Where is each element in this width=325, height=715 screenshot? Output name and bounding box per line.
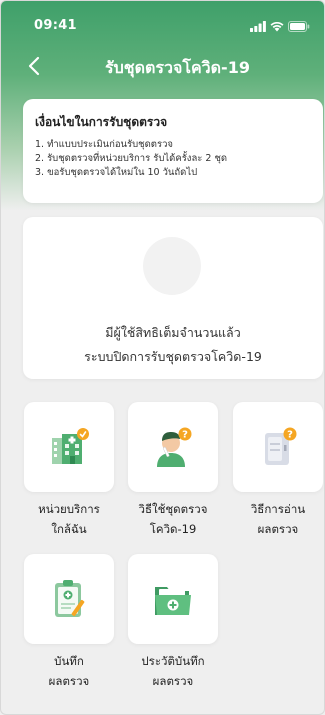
conditions-title: เงื่อนไขในการรับชุดตรวจ [35, 115, 168, 129]
closed-message: มีผู้ใช้สิทธิเต็มจำนวนแล้ว ระบบปิดการรับ… [23, 321, 323, 369]
status-placeholder-circle [143, 237, 201, 295]
app-screen: 09:41 รับชุดตรวจโควิด-19 เงื่อนไขในการรั… [0, 0, 325, 715]
condition-item: 3. ขอรับชุดตรวจได้ใหม่ใน 10 วันถัดไป [35, 167, 198, 178]
condition-item: 1. ทำแบบประเมินก่อนรับชุดตรวจ [35, 139, 173, 150]
menu-label-history: ประวัติบันทึก ผลตรวจ [141, 654, 205, 688]
signal-icon [250, 20, 266, 32]
closed-message-line1: มีผู้ใช้สิทธิเต็มจำนวนแล้ว [105, 325, 241, 340]
menu-tile-how-to-use[interactable]: ? [128, 402, 218, 492]
svg-text:?: ? [287, 430, 293, 441]
test-help-icon: ? [157, 427, 192, 467]
history-folder-icon [155, 587, 191, 615]
menu-label-record-result: บันทึก ผลตรวจ [48, 654, 90, 688]
status-time: 09:41 [34, 18, 77, 33]
nav-bar: รับชุดตรวจโควิด-19 [1, 49, 324, 85]
record-clipboard-icon [55, 580, 85, 617]
menu-tile-history[interactable] [128, 554, 218, 644]
svg-text:?: ? [182, 430, 188, 441]
hospital-icon [52, 428, 89, 464]
chevron-left-icon [28, 56, 40, 76]
status-bar: 09:41 [1, 1, 324, 41]
status-icons [250, 20, 310, 32]
menu-label-read-result: วิธีการอ่าน ผลตรวจ [250, 502, 306, 536]
menu-label-nearby-service: หน่วยบริการ ใกล้ฉัน [38, 502, 100, 536]
read-result-icon: ? [265, 427, 297, 465]
condition-item: 2. รับชุดตรวจที่หน่วยบริการ รับได้ครั้งล… [35, 153, 228, 164]
closed-message-line2: ระบบปิดการรับชุดตรวจโควิด-19 [84, 349, 262, 364]
page-title: รับชุดตรวจโควิด-19 [105, 58, 250, 77]
back-button[interactable] [21, 53, 47, 79]
closed-status-card: มีผู้ใช้สิทธิเต็มจำนวนแล้ว ระบบปิดการรับ… [23, 217, 323, 379]
menu-tile-nearby-service[interactable] [24, 402, 114, 492]
conditions-card: เงื่อนไขในการรับชุดตรวจ 1. ทำแบบประเมินก… [23, 99, 323, 203]
menu-label-how-to-use: วิธีใช้ชุดตรวจ โควิด-19 [138, 502, 208, 536]
menu-tile-read-result[interactable]: ? [233, 402, 323, 492]
menu-tile-record-result[interactable] [24, 554, 114, 644]
wifi-icon [270, 21, 284, 31]
battery-icon [288, 20, 310, 32]
